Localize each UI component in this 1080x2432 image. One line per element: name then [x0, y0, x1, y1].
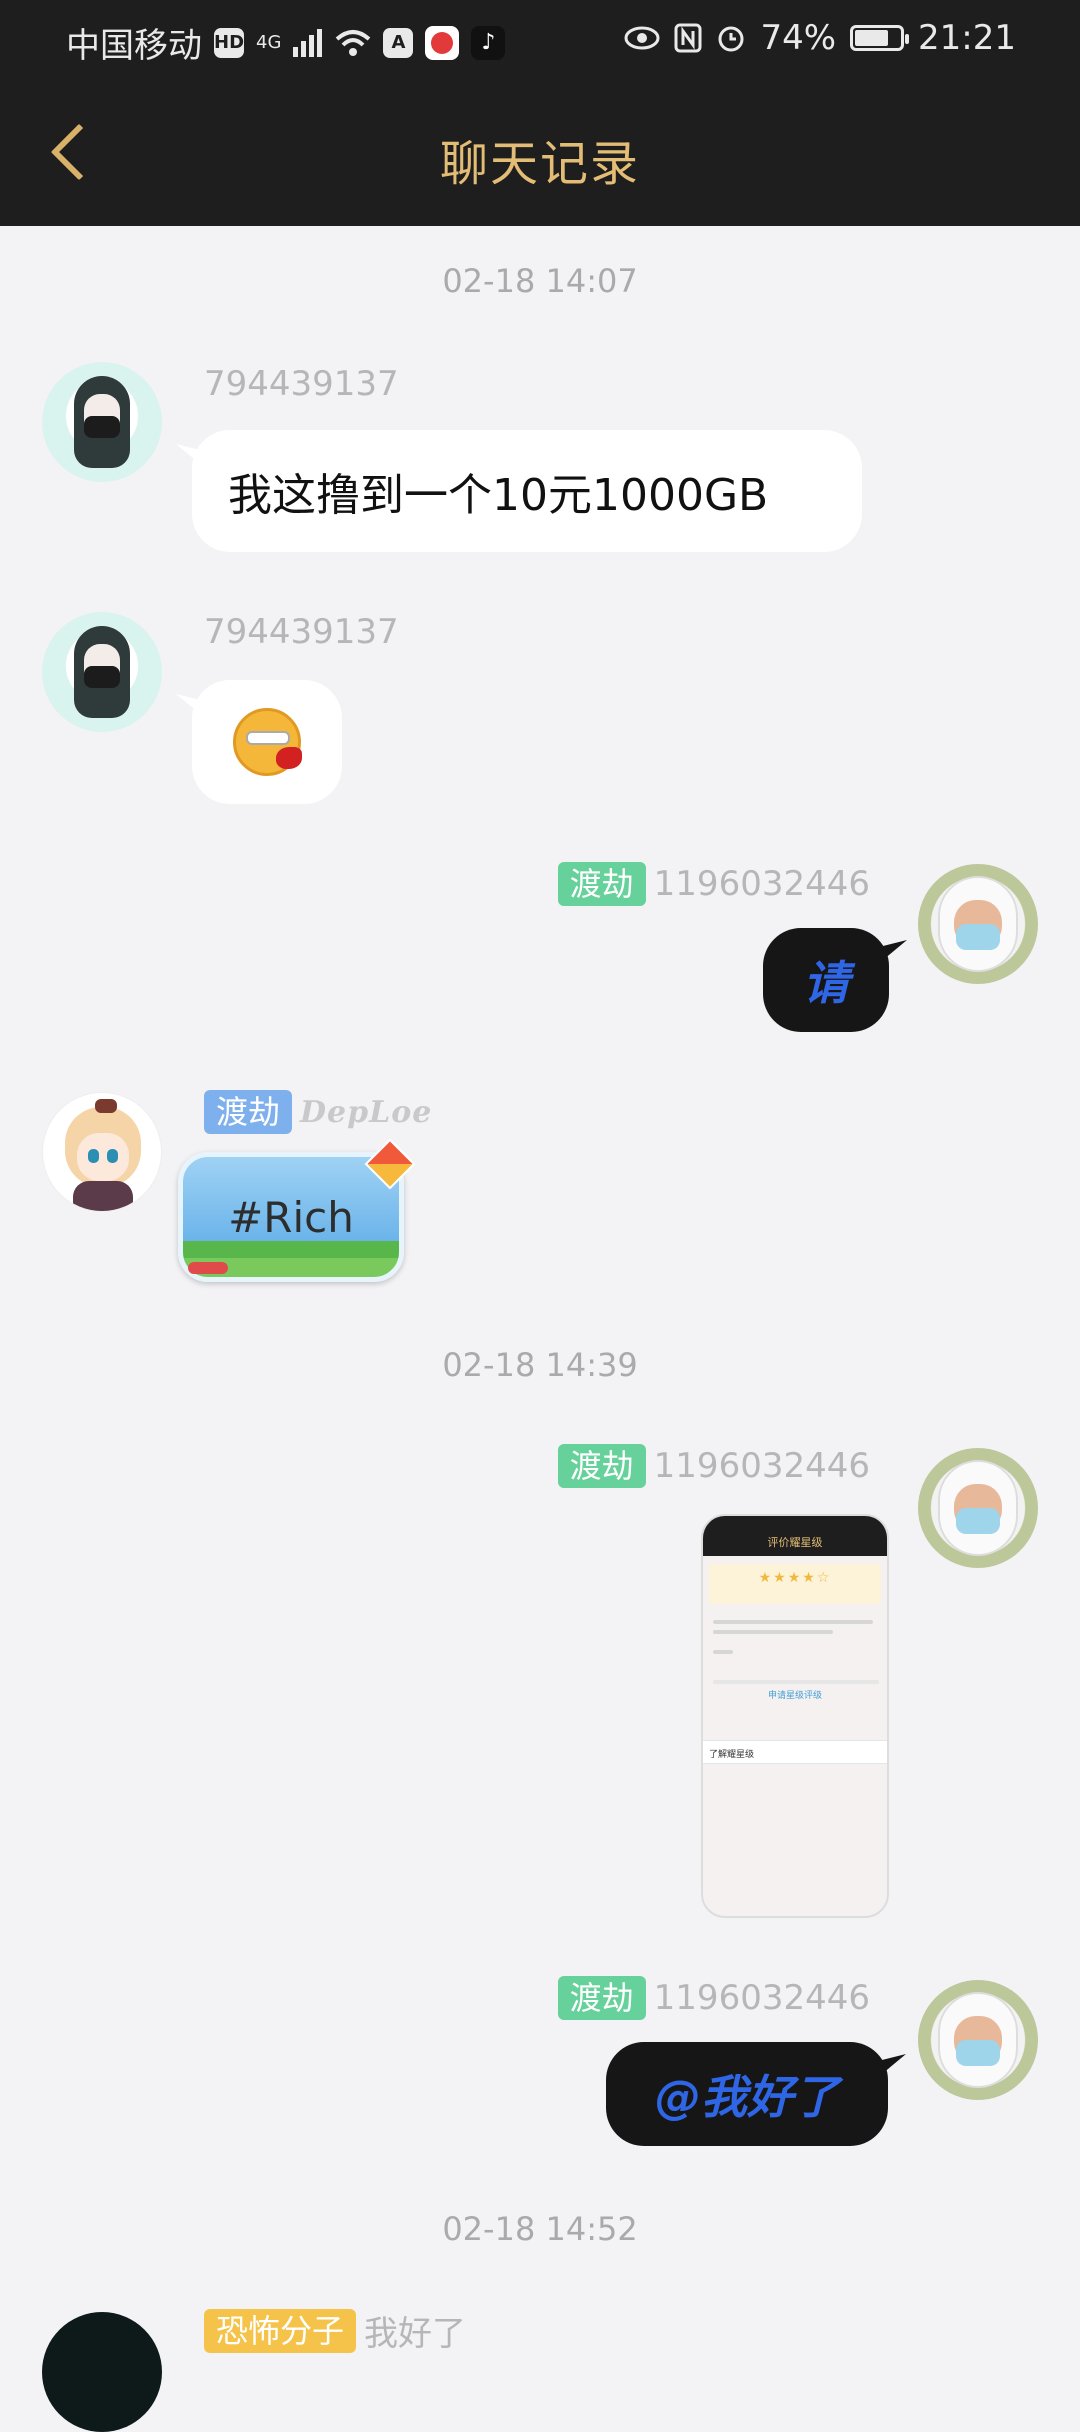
battery-percent: 74% [760, 18, 837, 58]
sender-name: 1196032446 [653, 1446, 870, 1486]
page-title: 聊天记录 [439, 136, 640, 192]
sender-name: 1196032446 [653, 864, 870, 904]
avatar[interactable] [918, 864, 1038, 984]
message-bubble[interactable]: @我好了 [606, 2042, 888, 2146]
eye-icon [624, 26, 660, 50]
sender-name: 我好了 [364, 2314, 467, 2354]
message-text: 请 [803, 956, 849, 1010]
timestamp: 02-18 14:52 [442, 2210, 638, 2248]
tiktok-icon: ♪ [471, 25, 506, 60]
hd-icon: HD [214, 27, 244, 58]
sender-row: 渡劫 1196032446 [557, 1976, 870, 2020]
timestamp: 02-18 14:39 [442, 1346, 638, 1384]
battery-icon [850, 25, 910, 51]
sender-name: 794439137 [204, 364, 399, 404]
message-text: @我好了 [655, 2070, 839, 2124]
screenshot-link: 申请星级评级 [767, 1691, 822, 1701]
avatar[interactable] [42, 2312, 162, 2432]
app-a-icon: A [383, 27, 414, 58]
app-red-icon [425, 25, 460, 60]
sender-name: 1196032446 [653, 1978, 870, 2018]
sender-row: 794439137 [204, 364, 399, 404]
app-header: 聊天记录 [0, 76, 1080, 226]
alarm-icon [716, 23, 746, 53]
avatar[interactable] [918, 1448, 1038, 1568]
message-bubble[interactable] [192, 680, 342, 804]
sender-row: 渡劫 DepLoe [204, 1090, 432, 1134]
title-badge: 渡劫 [557, 1976, 646, 2020]
sender-row: 794439137 [204, 612, 399, 652]
clock: 21:21 [918, 18, 1016, 58]
star-icon: ★★★★☆ [758, 1570, 832, 1586]
nickname-decoration: DepLoe [300, 1094, 433, 1130]
screenshot-row: 了解耀星级 [703, 1740, 887, 1764]
message-text: 我这撸到一个10元1000GB [228, 470, 769, 521]
decoration-icon [188, 1262, 228, 1274]
avatar[interactable] [918, 1980, 1038, 2100]
timestamp: 02-18 14:07 [442, 262, 638, 300]
emoji-sticker-icon [233, 708, 302, 776]
status-bar: 中国移动 HD 4G A ♪ 74% 21:21 [0, 0, 1080, 76]
wifi-icon [335, 29, 371, 57]
avatar[interactable] [42, 1092, 162, 1212]
sender-row: 渡劫 1196032446 [557, 1444, 870, 1488]
network-type: 4G [256, 32, 282, 53]
avatar[interactable] [42, 612, 162, 732]
title-badge: 渡劫 [204, 1090, 293, 1134]
title-badge: 渡劫 [557, 862, 646, 906]
title-badge: 恐怖分子 [204, 2308, 357, 2353]
screenshot-title: 评价耀星级 [767, 1536, 823, 1549]
nfc-icon [674, 23, 702, 53]
avatar[interactable] [42, 362, 162, 482]
screenshot-image[interactable]: 评价耀星级 ★★★★☆ 申请星级评级 了解耀星级 [701, 1514, 889, 1918]
sender-row: 恐怖分子 我好了 [204, 2306, 466, 2355]
message-text: #Rich [228, 1192, 354, 1242]
sender-name: 794439137 [204, 612, 399, 652]
signal-icon [293, 28, 323, 57]
title-badge: 渡劫 [557, 1444, 646, 1488]
sender-row: 渡劫 1196032446 [557, 862, 870, 906]
message-bubble[interactable]: 我这撸到一个10元1000GB [192, 430, 862, 552]
message-bubble[interactable]: 请 [763, 928, 889, 1032]
carrier-label: 中国移动 [66, 26, 202, 66]
